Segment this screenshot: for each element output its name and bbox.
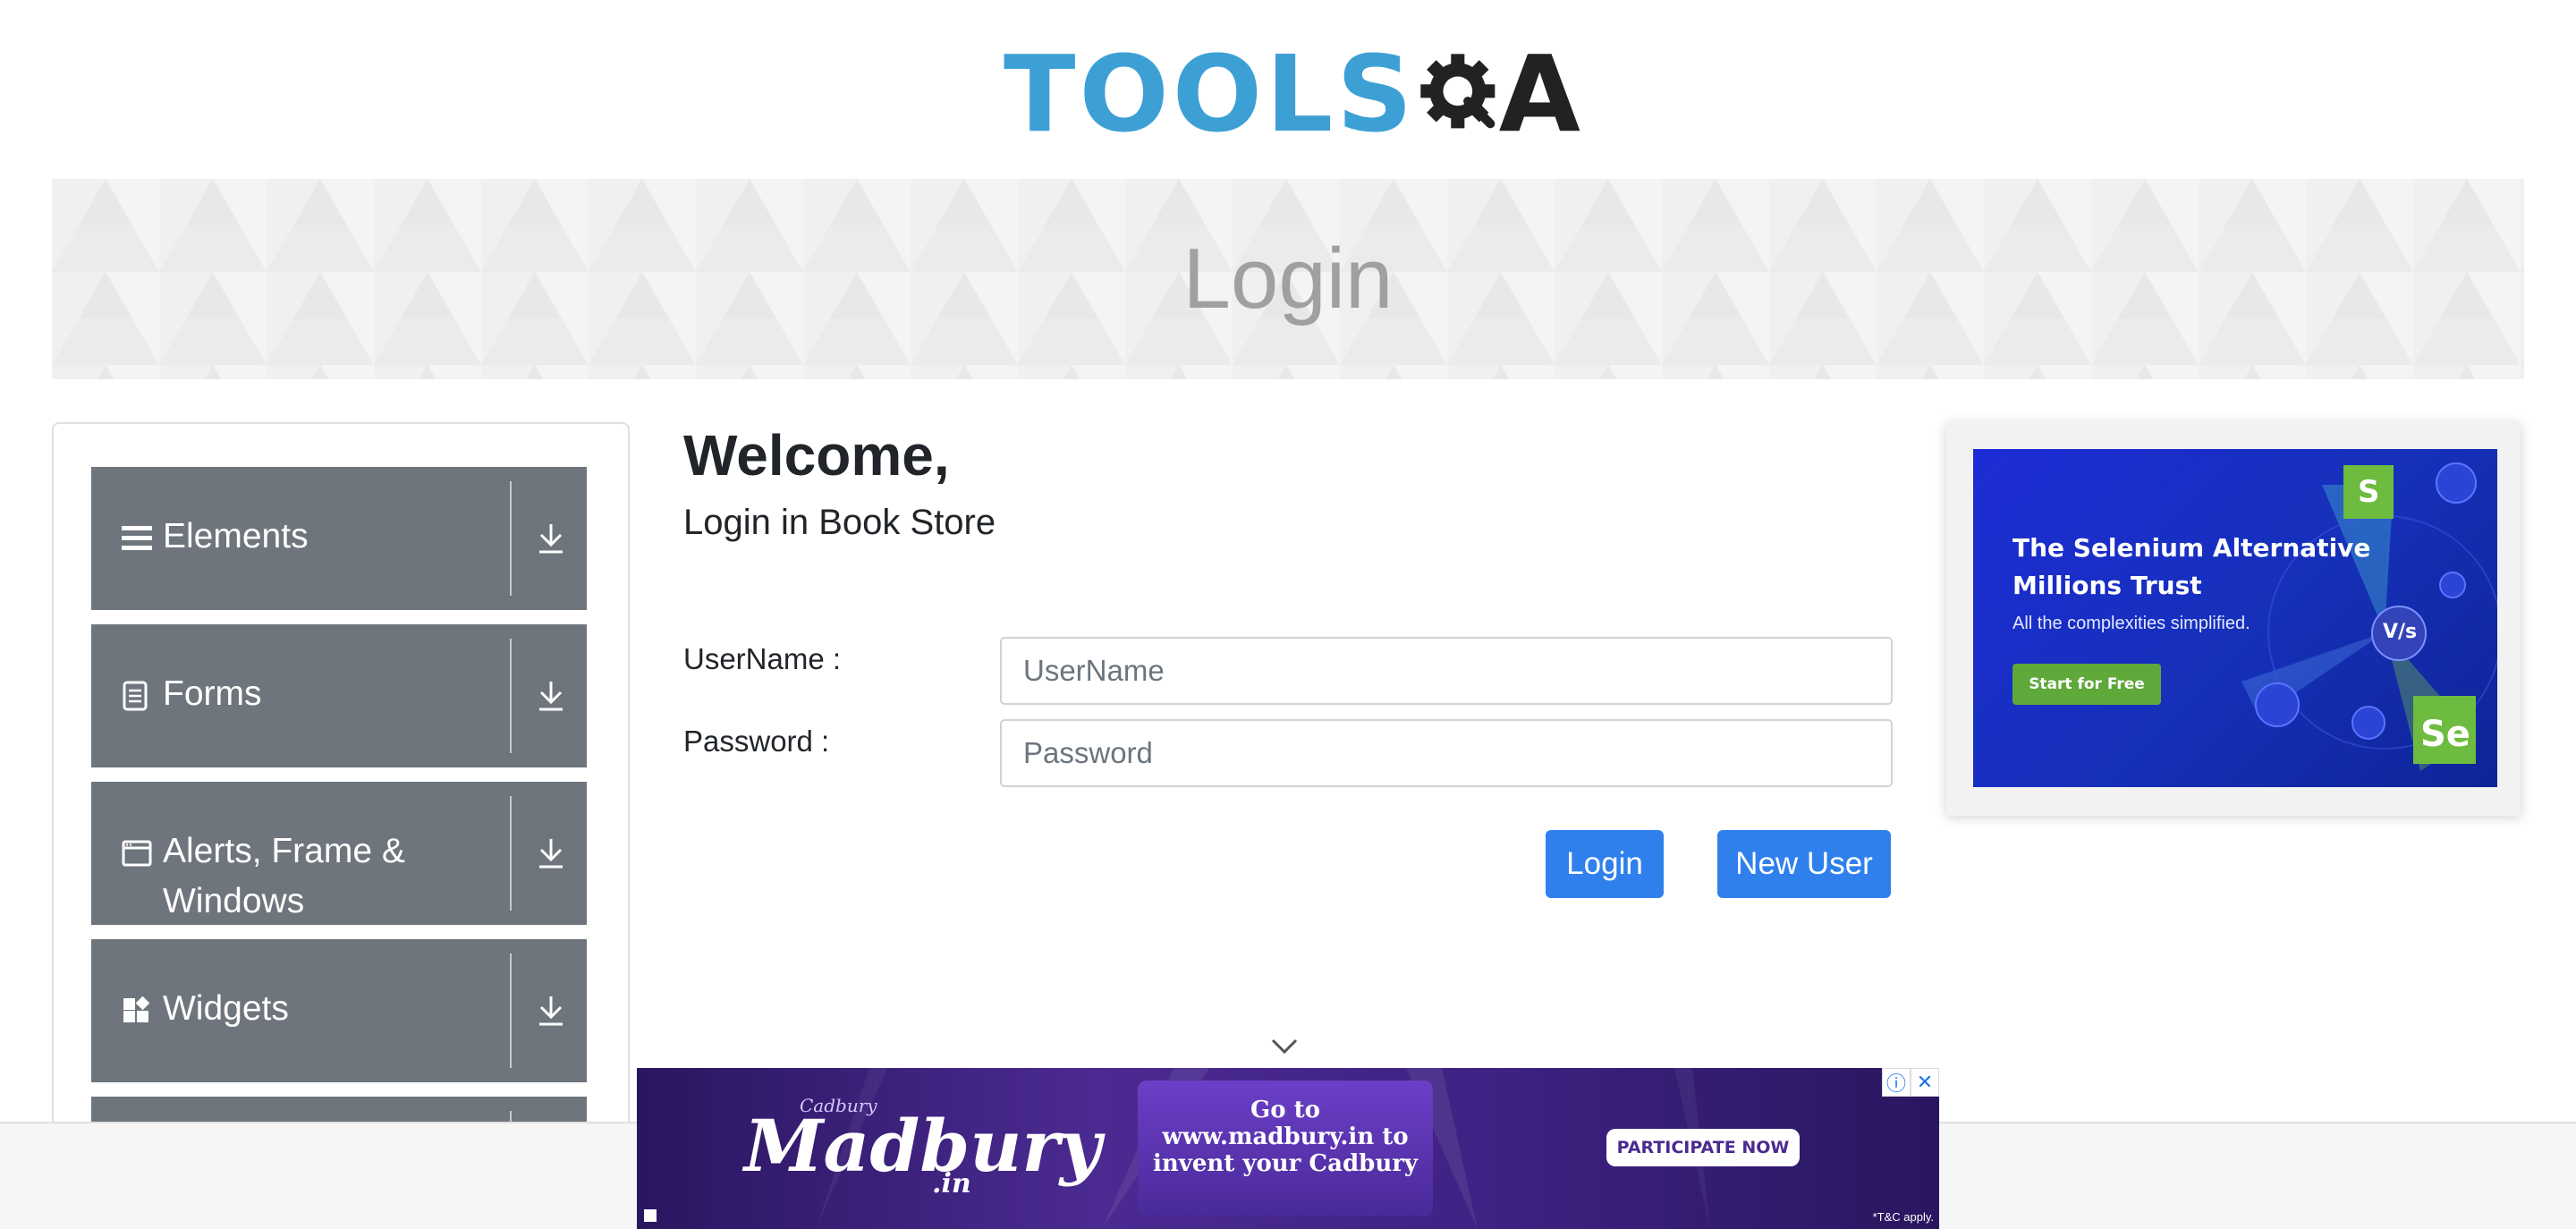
window-icon bbox=[122, 782, 152, 925]
divider bbox=[510, 954, 512, 1068]
divider bbox=[510, 481, 512, 596]
bottom-ad[interactable]: Cadbury Madbury .in Go to www.madbury.in… bbox=[637, 1068, 1939, 1229]
menu-icon bbox=[122, 467, 152, 610]
ad-corner-marker bbox=[644, 1209, 657, 1222]
download-icon[interactable] bbox=[530, 624, 572, 767]
ad-wrapper-text: Go to www.madbury.in to invent your Cadb… bbox=[1152, 1097, 1419, 1177]
password-input[interactable] bbox=[1000, 719, 1893, 787]
download-icon[interactable] bbox=[530, 939, 572, 1082]
close-icon[interactable]: ✕ bbox=[1911, 1068, 1939, 1097]
new-user-button[interactable]: New User bbox=[1717, 830, 1891, 898]
chevron-down-icon[interactable] bbox=[1270, 1038, 1299, 1055]
username-label: UserName : bbox=[683, 642, 842, 675]
sidebar-group-label: Forms bbox=[163, 674, 262, 713]
login-button[interactable]: Login bbox=[1546, 830, 1664, 898]
ad-se-logo: Se bbox=[2420, 714, 2470, 755]
ad-terms-text: *T&C apply. bbox=[1872, 1210, 1934, 1224]
ad-subtitle: All the complexities simplified. bbox=[2012, 614, 2250, 633]
sidebar-group-alerts-frame-windows[interactable]: Alerts, Frame & Windows bbox=[91, 782, 587, 925]
sidebar-group-elements[interactable]: Elements bbox=[91, 467, 587, 610]
divider bbox=[510, 639, 512, 753]
ad-s-logo: S bbox=[2358, 474, 2380, 510]
ad-madbury-suffix: .in bbox=[932, 1168, 971, 1199]
document-icon bbox=[122, 624, 148, 767]
download-icon[interactable] bbox=[530, 782, 572, 925]
divider bbox=[510, 796, 512, 911]
sidebar-group-label: Widgets bbox=[163, 989, 289, 1028]
logo-suffix: A bbox=[1498, 32, 1580, 156]
page: TOOLS A Login Elements Forms Alerts, Fra… bbox=[0, 0, 2576, 1229]
welcome-heading: Welcome, bbox=[683, 423, 950, 487]
ad-madbury-logo: Madbury bbox=[744, 1104, 1102, 1188]
download-icon[interactable] bbox=[530, 467, 572, 610]
widgets-icon bbox=[122, 939, 150, 1082]
side-ad[interactable]: S Se V/s The Selenium Alternative Millio… bbox=[1973, 449, 2497, 787]
sidebar: Elements Forms Alerts, Frame & Windows W… bbox=[52, 422, 630, 1229]
username-input[interactable] bbox=[1000, 637, 1893, 705]
sidebar-group-label: Alerts, Frame & Windows bbox=[163, 832, 405, 920]
toolsqa-logo[interactable]: TOOLS A bbox=[1004, 27, 1580, 161]
login-subtitle: Login in Book Store bbox=[683, 503, 996, 542]
page-banner: Login bbox=[52, 179, 2524, 379]
info-icon[interactable]: ⓘ bbox=[1882, 1068, 1911, 1097]
sidebar-group-forms[interactable]: Forms bbox=[91, 624, 587, 767]
ad-title: The Selenium Alternative Millions Trust bbox=[2012, 533, 2371, 600]
password-label: Password : bbox=[683, 725, 830, 758]
logo-text: TOOLS bbox=[1004, 32, 1417, 156]
gear-magnifier-icon bbox=[1420, 54, 1496, 129]
ad-participate-button[interactable]: PARTICIPATE NOW bbox=[1606, 1129, 1800, 1166]
ad-start-free-button[interactable]: Start for Free bbox=[2012, 664, 2161, 705]
ad-vs-badge: V/s bbox=[2383, 621, 2418, 643]
page-title: Login bbox=[1182, 231, 1394, 326]
ad-choices[interactable]: ⓘ ✕ bbox=[1882, 1068, 1939, 1097]
sidebar-group-widgets[interactable]: Widgets bbox=[91, 939, 587, 1082]
sidebar-group-label: Elements bbox=[163, 517, 309, 555]
side-ad-container: S Se V/s The Selenium Alternative Millio… bbox=[1946, 422, 2521, 816]
